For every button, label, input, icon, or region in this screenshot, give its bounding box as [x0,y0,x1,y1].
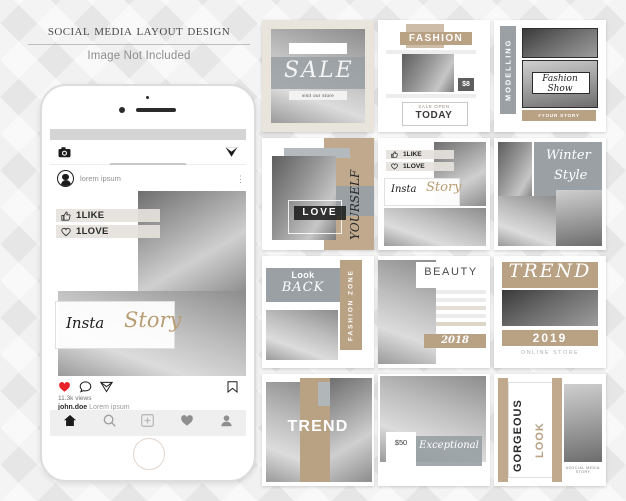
card-subtitle: SALE OPEN [418,104,450,109]
template-card-gorgeous[interactable]: GORGEOUS LOOK #SOCIAL MEDIA STORY [494,374,606,486]
post-photo-top [138,191,246,294]
template-grid: SALE visit our store FASHION $8 SALE OPE… [262,20,606,488]
more-options-icon[interactable]: ⋮ [236,174,245,183]
thumbs-up-icon [391,151,398,158]
insta-word: Insta [391,184,417,195]
post-actions [50,376,246,395]
template-card-insta-story[interactable]: 1LIKE 1LOVE Insta Story [378,138,490,250]
post-media: 1LIKE 1LOVE Insta Story [50,191,246,376]
search-icon[interactable] [103,414,116,432]
card-headline: BACK [281,280,325,295]
comment-icon[interactable] [79,381,92,393]
phone-camera [119,107,125,113]
style-word: Style [554,168,588,183]
bottom-tab-bar [50,410,246,436]
page-subtitle: Image Not Included [87,50,191,62]
phone-mockup: lorem ipsum ⋮ 1LIKE 1LOVE Insta Story 11… [40,84,256,482]
insta-word: Insta [66,314,105,332]
card-script: Fashion Show [542,74,578,94]
template-card-look-back[interactable]: FASHION ZONE Look BACK [262,256,374,368]
like-count: 1LIKE [403,151,422,158]
like-badge: 1LIKE [56,209,160,222]
card-headline: TREND [508,260,592,282]
template-card-trend[interactable]: TREND [262,374,374,486]
phone-speaker [136,108,176,112]
card-footer: #SOCIAL MEDIA STORY [566,466,600,474]
bookmark-icon[interactable] [227,381,238,393]
story-word: Story [124,308,182,332]
card-headline: TREND [287,418,349,435]
phone-sensor [146,96,149,99]
heart-icon[interactable] [58,381,71,393]
card-headline: LOVE [294,206,346,220]
template-card-exceptional[interactable]: $50 Exceptional [378,374,490,486]
card-small-label: Look [291,270,315,280]
title-divider [28,44,250,45]
card-headline: FASHION [408,33,464,44]
card-vertical-label: YOURSELF [348,169,362,240]
template-card-love[interactable]: LOVE YOURSELF [262,138,374,250]
card-cta-button[interactable]: visit our store [289,91,347,100]
template-card-winter-style[interactable]: Winter Style [494,138,606,250]
love-count: 1LOVE [403,163,425,170]
avatar[interactable] [57,170,74,187]
template-card-trend-2019[interactable]: TREND 2019 ONLINE STORE [494,256,606,368]
home-icon[interactable] [63,414,77,432]
love-count: 1LOVE [76,226,109,237]
heart-outline-icon [61,227,71,236]
post-username: lorem ipsum [80,174,121,183]
view-count: 11.3k views [58,395,92,402]
card-year: 2019 [532,331,568,345]
app-bar-indicator [110,163,186,165]
card-price-badge: $50 [386,432,416,454]
card-vertical-label-2: LOOK [534,422,546,458]
story-word: Story [426,180,462,195]
love-badge: 1LOVE [386,162,454,171]
poster-canvas: Social Media Layout Design Image Not Inc… [0,0,626,501]
paper-plane-icon[interactable] [100,381,113,393]
card-vertical-label: FASHION ZONE [347,269,355,341]
camera-icon[interactable] [58,146,71,158]
card-vertical-label: GORGEOUS [512,399,524,472]
profile-icon[interactable] [220,414,233,432]
template-card-beauty[interactable]: BEAUTY 2018 [378,256,490,368]
like-badge: 1LIKE [386,150,454,159]
card-year: 2018 [441,335,469,346]
header: Social Media Layout Design Image Not Inc… [26,22,252,62]
post-header: lorem ipsum ⋮ [50,165,246,191]
thumbs-up-icon [61,211,71,221]
status-bar [50,129,246,140]
card-headline: BEAUTY [424,266,478,278]
card-cta: TODAY [415,110,453,121]
winter-word: Winter [546,148,591,163]
like-count: 1LIKE [76,210,105,221]
home-button[interactable] [133,438,165,470]
card-footer: #YOUR STORY [538,113,580,118]
template-card-sale[interactable]: SALE visit our store [262,20,374,132]
insta-story-card: Insta Story [55,301,181,349]
card-headline: SALE [284,58,354,83]
app-bar [50,140,246,165]
template-card-fashion[interactable]: FASHION $8 SALE OPEN TODAY [378,20,490,132]
card-script: Exceptional [419,440,479,451]
heart-icon[interactable] [180,414,194,432]
card-footer: ONLINE STORE [520,350,580,356]
page-title: Social Media Layout Design [47,22,231,39]
heart-outline-icon [391,163,398,170]
love-badge: 1LOVE [56,225,160,238]
card-vertical-label: MODELLING [503,38,513,102]
paper-plane-icon[interactable] [225,146,238,158]
add-post-icon[interactable] [141,414,155,432]
card-price-badge: $8 [458,78,474,91]
template-card-modelling[interactable]: MODELLING Fashion Show #YOUR STORY [494,20,606,132]
